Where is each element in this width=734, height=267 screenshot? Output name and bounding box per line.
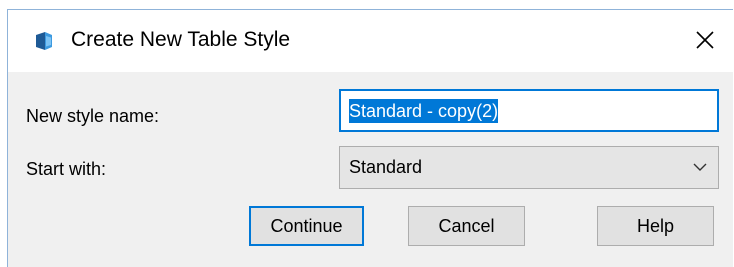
close-icon (696, 31, 714, 49)
close-button[interactable] (687, 22, 723, 58)
dialog-title: Create New Table Style (71, 28, 291, 51)
new-style-name-value: Standard - copy(2) (349, 98, 499, 123)
new-style-name-input[interactable]: Standard - copy(2) (339, 89, 719, 132)
title-bar: Create New Table Style (8, 10, 733, 72)
app-icon (33, 30, 55, 52)
chevron-down-icon (693, 163, 707, 171)
start-with-select[interactable]: Standard (339, 146, 719, 189)
help-button[interactable]: Help (597, 206, 714, 246)
cancel-button[interactable]: Cancel (408, 206, 525, 246)
new-style-name-label: New style name: (26, 106, 160, 126)
continue-button[interactable]: Continue (249, 206, 364, 246)
create-table-style-dialog: Create New Table Style New style name: S… (7, 9, 733, 267)
start-with-label: Start with: (26, 159, 107, 179)
start-with-value: Standard (349, 157, 423, 177)
